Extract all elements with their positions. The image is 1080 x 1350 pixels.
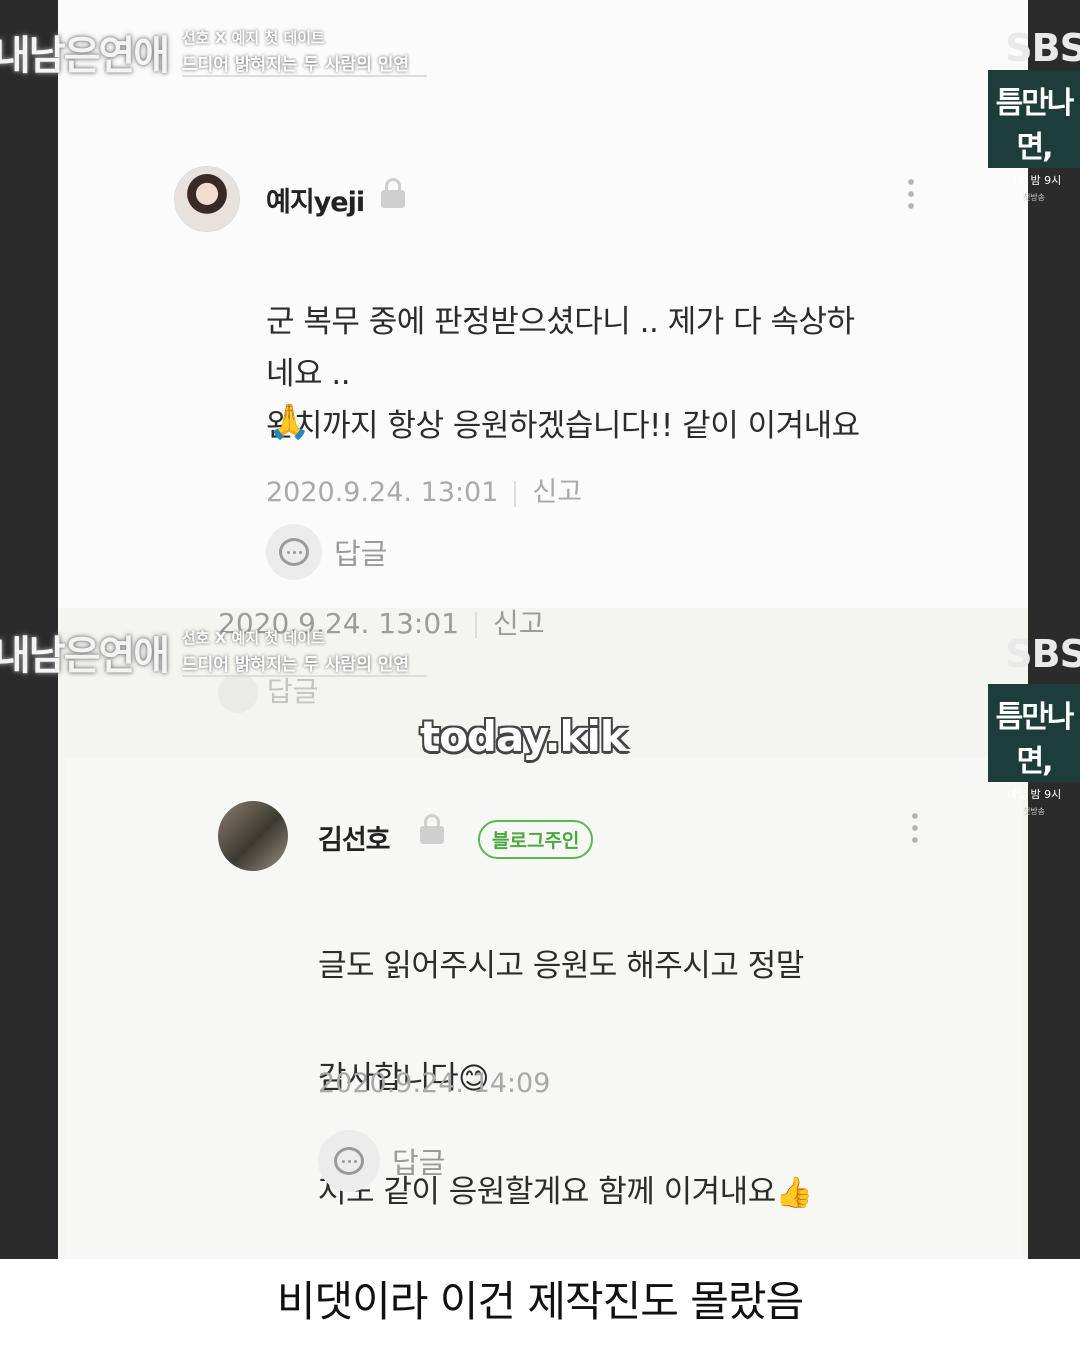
meta-divider bbox=[514, 480, 517, 507]
promo-sub: 첫방송 bbox=[1022, 807, 1046, 816]
avatar[interactable] bbox=[218, 801, 288, 871]
chat-bubble-icon bbox=[279, 538, 309, 566]
comment-username[interactable]: 예지yeji bbox=[266, 180, 365, 219]
show-title: 내남은연애 bbox=[0, 633, 170, 679]
thumbs-up-emoji: 👍 bbox=[775, 1175, 813, 1210]
reply-label: 답글 bbox=[334, 537, 388, 571]
comment-body: 군 복무 중에 판정받으셨다니 .. 제가 다 속상하 네요 .. 완치까지 항… bbox=[266, 304, 860, 444]
comment-text: 군 복무 중에 판정받으셨다니 .. 제가 다 속상하 네요 .. 완치까지 항… bbox=[266, 244, 966, 452]
caption-line-2: 드디어 밝혀지는 두 사람의 인연 bbox=[182, 50, 427, 77]
promo-title: 틈만나면, bbox=[995, 86, 1075, 165]
caption-subtitle: 선호 X 예지 첫 데이트 드디어 밝혀지는 두 사람의 인연 bbox=[182, 627, 427, 677]
reply-circle bbox=[266, 524, 322, 580]
promo-title: 틈만나면, bbox=[995, 700, 1075, 779]
promo-sub: 첫방송 bbox=[1022, 193, 1046, 202]
video-frame-bottom: 2020.9.24. 13:01 신고 답글 내남은연애 선호 X 예지 첫 데이… bbox=[0, 608, 1080, 1259]
caption-line-1: 선호 X 예지 첫 데이트 bbox=[182, 29, 325, 47]
promo-time: 내일 밤 9시 bbox=[1006, 788, 1062, 801]
broadcast-caption: 내남은연애 선호 X 예지 첫 데이트 드디어 밝혀지는 두 사람의 인연 bbox=[0, 622, 427, 682]
left-letterbox bbox=[0, 0, 58, 608]
overlap-report-link[interactable]: 신고 bbox=[493, 608, 545, 640]
reply-button[interactable]: 답글 bbox=[266, 524, 387, 580]
reply-button[interactable]: 답글 bbox=[318, 1130, 445, 1192]
promo-banner: 틈만나면, 내일 밤 9시 첫방송 bbox=[988, 70, 1080, 202]
reply-label: 답글 bbox=[392, 1146, 446, 1180]
bottom-caption: 비댓이라 이건 제작진도 몰랐음 bbox=[276, 1277, 804, 1326]
promo-time: 내일 밤 9시 bbox=[1006, 174, 1062, 187]
meta-divider bbox=[475, 612, 477, 638]
show-title: 내남은연애 bbox=[0, 33, 170, 79]
chat-bubble-icon bbox=[334, 1147, 364, 1175]
caption-line-1: 선호 X 예지 첫 데이트 bbox=[182, 629, 325, 647]
comment-timestamp: 2020.9.24. 13:01 bbox=[266, 477, 499, 508]
more-options-icon[interactable] bbox=[908, 176, 914, 210]
lock-icon bbox=[381, 178, 405, 208]
lock-icon bbox=[420, 814, 444, 844]
video-frame-top: 내남은연애 선호 X 예지 첫 데이트 드디어 밝혀지는 두 사람의 인연 SB… bbox=[0, 0, 1080, 608]
comment-username[interactable]: 김선호 bbox=[318, 818, 391, 857]
comment-timestamp: 2020.9.24. 14:09 bbox=[318, 1068, 551, 1099]
pray-emoji: 🙏 bbox=[268, 402, 311, 442]
comment-meta: 2020.9.24. 13:01 신고 bbox=[266, 470, 582, 509]
comment-line-1: 글도 읽어주시고 응원도 해주시고 정말 bbox=[318, 948, 804, 984]
avatar[interactable] bbox=[174, 166, 240, 232]
caption-line-2: 드디어 밝혀지는 두 사람의 인연 bbox=[182, 650, 427, 677]
network-logo: SBS bbox=[1005, 26, 1080, 70]
report-link[interactable]: 신고 bbox=[532, 477, 582, 508]
broadcast-caption: 내남은연애 선호 X 예지 첫 데이트 드디어 밝혀지는 두 사람의 인연 bbox=[0, 22, 427, 82]
more-options-icon[interactable] bbox=[912, 810, 918, 844]
promo-banner: 틈만나면, 내일 밤 9시 첫방송 bbox=[988, 684, 1080, 816]
watermark: today.kik bbox=[420, 712, 628, 761]
blog-owner-badge: 블로그주인 bbox=[478, 820, 594, 859]
reply-circle bbox=[318, 1130, 380, 1192]
caption-subtitle: 선호 X 예지 첫 데이트 드디어 밝혀지는 두 사람의 인연 bbox=[182, 27, 427, 77]
network-logo: SBS bbox=[1005, 632, 1080, 676]
left-letterbox bbox=[0, 608, 58, 1259]
